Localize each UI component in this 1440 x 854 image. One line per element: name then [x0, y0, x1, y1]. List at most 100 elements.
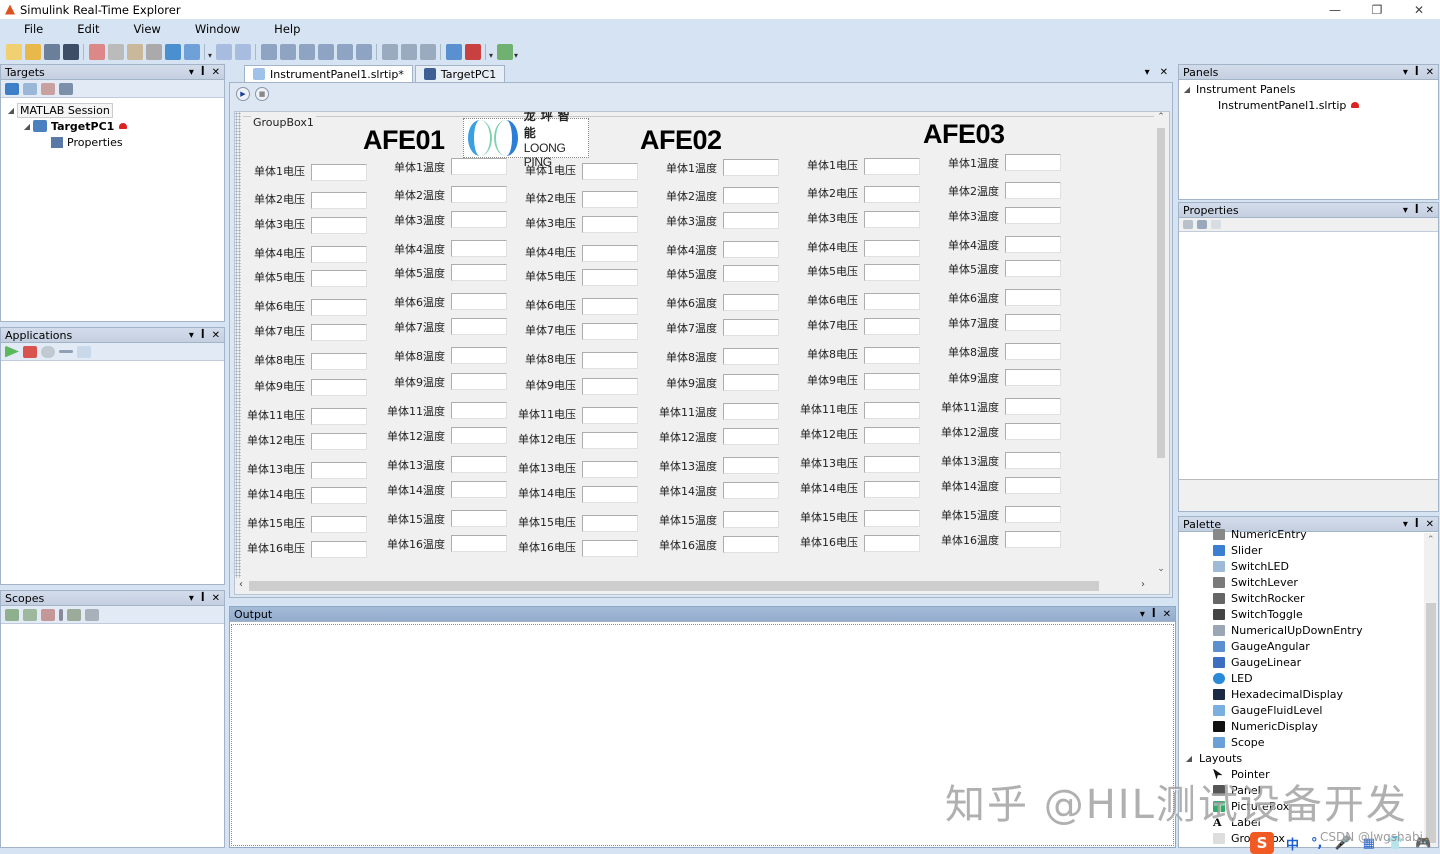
- palette-item-gaugefluidlevel[interactable]: GaugeFluidLevel: [1179, 702, 1438, 718]
- start-scope-icon[interactable]: [23, 608, 37, 621]
- same-width-icon[interactable]: [400, 44, 417, 60]
- numeric-display-field[interactable]: [1005, 181, 1061, 199]
- numeric-display-field[interactable]: [311, 217, 367, 234]
- numeric-display-field[interactable]: [723, 240, 779, 258]
- palette-item-panel[interactable]: Panel: [1179, 782, 1438, 798]
- scroll-up-icon[interactable]: ⌃: [1427, 535, 1435, 545]
- palette-item-switchrocker[interactable]: SwitchRocker: [1179, 590, 1438, 606]
- tree-item-instrument-panel1[interactable]: InstrumentPanel1.slrtip: [1179, 97, 1438, 113]
- numeric-display-field[interactable]: [1005, 451, 1061, 469]
- numeric-display-field[interactable]: [311, 324, 367, 341]
- numeric-display-field[interactable]: [311, 299, 367, 316]
- numeric-display-field[interactable]: [864, 264, 920, 281]
- numeric-display-field[interactable]: [451, 210, 507, 228]
- numeric-display-field[interactable]: [723, 347, 779, 365]
- numeric-display-field[interactable]: [582, 407, 638, 424]
- numeric-display-field[interactable]: [451, 239, 507, 257]
- menu-help[interactable]: Help: [266, 22, 308, 36]
- numeric-display-field[interactable]: [582, 245, 638, 262]
- pin-icon[interactable]: ꟾ: [1415, 205, 1419, 216]
- numeric-display-field[interactable]: [864, 293, 920, 310]
- afe03-title[interactable]: AFE03: [923, 119, 1005, 150]
- numeric-display-field[interactable]: [311, 270, 367, 287]
- add-scope-icon[interactable]: [5, 608, 19, 621]
- close-icon[interactable]: ✕: [212, 67, 220, 78]
- numeric-display-field[interactable]: [723, 427, 779, 445]
- dropdown-icon[interactable]: ▾: [189, 67, 194, 78]
- numeric-display-field[interactable]: [1005, 235, 1061, 253]
- numeric-display-field[interactable]: [451, 263, 507, 281]
- palette-item-led[interactable]: LED: [1179, 670, 1438, 686]
- numeric-display-field[interactable]: [582, 269, 638, 286]
- numeric-display-field[interactable]: [723, 535, 779, 553]
- numeric-display-field[interactable]: [311, 487, 367, 504]
- numeric-display-field[interactable]: [582, 163, 638, 180]
- play-icon[interactable]: [5, 345, 19, 358]
- restore-button[interactable]: ❐: [1356, 0, 1398, 19]
- property-pages-icon[interactable]: [1211, 220, 1221, 229]
- numeric-display-field[interactable]: [864, 240, 920, 257]
- palette-item-picturebox[interactable]: PictureBox: [1179, 798, 1438, 814]
- palette-item-switchlever[interactable]: SwitchLever: [1179, 574, 1438, 590]
- menu-file[interactable]: File: [16, 22, 51, 36]
- align-middle-icon[interactable]: [355, 44, 372, 60]
- group-icon[interactable]: [215, 44, 232, 60]
- afe01-title[interactable]: AFE01: [363, 125, 445, 156]
- dropdown-icon[interactable]: ▾: [1403, 67, 1408, 78]
- close-icon[interactable]: ✕: [212, 593, 220, 604]
- numeric-display-field[interactable]: [311, 379, 367, 396]
- same-size-icon[interactable]: [381, 44, 398, 60]
- numeric-display-field[interactable]: [864, 456, 920, 473]
- connect-icon[interactable]: [23, 82, 37, 95]
- numeric-display-field[interactable]: [1005, 153, 1061, 171]
- copy-icon[interactable]: [107, 44, 124, 60]
- numeric-display-field[interactable]: [864, 347, 920, 364]
- numeric-display-field[interactable]: [582, 378, 638, 395]
- undo-icon[interactable]: [164, 44, 181, 60]
- toolbar-overflow-icon[interactable]: ▾: [489, 44, 495, 60]
- numeric-display-field[interactable]: [311, 164, 367, 181]
- palette-group-layouts[interactable]: ◢ Layouts: [1179, 750, 1438, 766]
- menu-edit[interactable]: Edit: [69, 22, 107, 36]
- numeric-display-field[interactable]: [723, 510, 779, 528]
- pin-icon[interactable]: ꟾ: [201, 67, 205, 78]
- scroll-down-icon[interactable]: ⌄: [1154, 564, 1168, 578]
- pin-icon[interactable]: ꟾ: [1152, 609, 1156, 620]
- numeric-display-field[interactable]: [451, 157, 507, 175]
- numeric-display-field[interactable]: [723, 373, 779, 391]
- sogou-ime-icon[interactable]: S: [1250, 832, 1274, 854]
- numeric-display-field[interactable]: [582, 216, 638, 233]
- grid-icon[interactable]: [77, 345, 91, 358]
- tree-item-matlab-session[interactable]: ◢ MATLAB Session: [1, 102, 224, 118]
- dropdown-icon[interactable]: ▾: [1403, 205, 1408, 216]
- numeric-display-field[interactable]: [1005, 368, 1061, 386]
- sort-alpha-icon[interactable]: [1197, 220, 1207, 229]
- scroll-up-icon[interactable]: ⌃: [1154, 112, 1168, 126]
- cut-icon[interactable]: [88, 44, 105, 60]
- numeric-display-field[interactable]: [451, 426, 507, 444]
- close-icon[interactable]: ✕: [1426, 205, 1434, 216]
- numeric-display-field[interactable]: [311, 462, 367, 479]
- palette-item-switchled[interactable]: SwitchLED: [1179, 558, 1438, 574]
- numeric-display-field[interactable]: [1005, 505, 1061, 523]
- run-button[interactable]: ▶: [236, 87, 250, 101]
- numeric-display-field[interactable]: [1005, 530, 1061, 548]
- numeric-display-field[interactable]: [864, 373, 920, 390]
- chinese-mode-icon[interactable]: 中: [1286, 834, 1299, 853]
- gear-icon[interactable]: [41, 345, 55, 358]
- scope-view-icon[interactable]: [67, 608, 81, 621]
- numeric-display-field[interactable]: [582, 191, 638, 208]
- palette-scrollbar[interactable]: ⌃: [1424, 533, 1438, 847]
- align-bottom-icon[interactable]: [260, 44, 277, 60]
- scroll-left-icon[interactable]: ‹: [239, 579, 243, 590]
- scroll-thumb[interactable]: [1157, 128, 1165, 458]
- numeric-display-field[interactable]: [451, 455, 507, 473]
- new-icon[interactable]: [5, 44, 22, 60]
- palette-item-numericalupdownentry[interactable]: NumericalUpDownEntry: [1179, 622, 1438, 638]
- scroll-thumb[interactable]: [249, 581, 1099, 591]
- numeric-display-field[interactable]: [582, 352, 638, 369]
- expand-icon[interactable]: ◢: [5, 106, 17, 115]
- numeric-display-field[interactable]: [451, 372, 507, 390]
- numeric-display-field[interactable]: [451, 401, 507, 419]
- panel-canvas[interactable]: GroupBox1 龙坪智能 LOONG PING AFE01 AFE02 AF…: [234, 111, 1170, 595]
